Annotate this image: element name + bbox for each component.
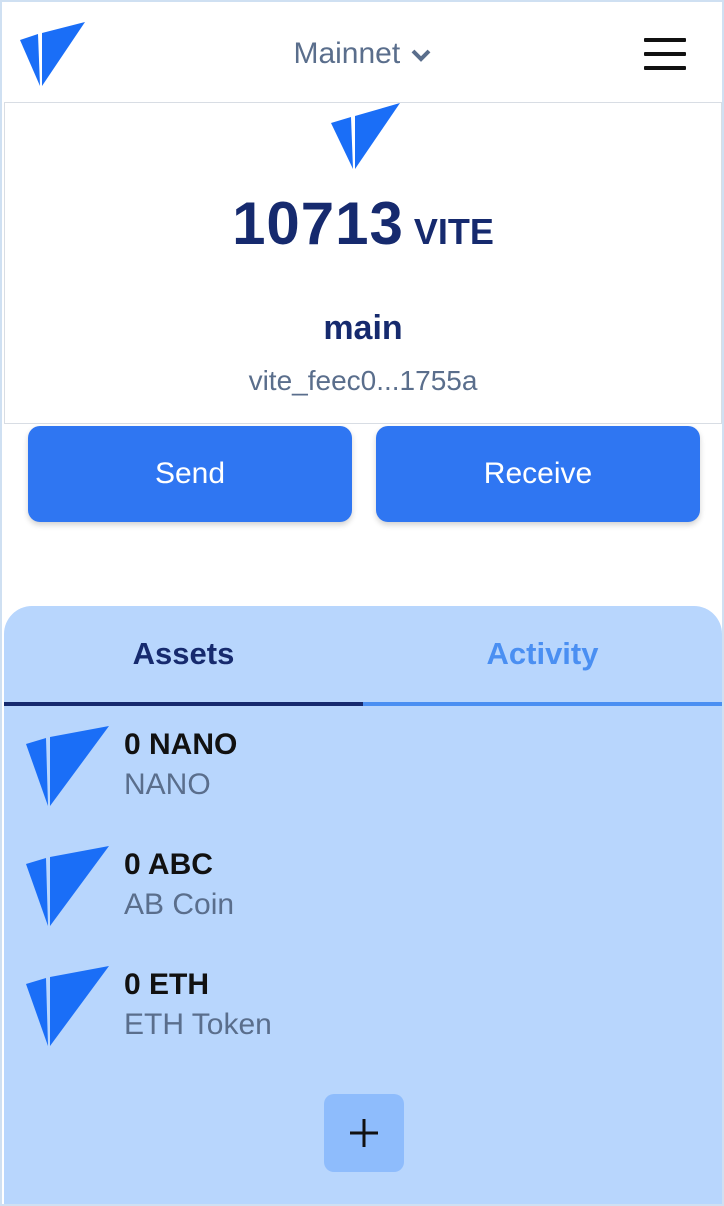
send-button[interactable]: Send [28, 426, 352, 522]
add-token-button[interactable] [324, 1094, 404, 1172]
tab-activity[interactable]: Activity [363, 606, 722, 706]
account-balance: 10713 VITE [5, 189, 721, 258]
list-item[interactable]: 0 ETH ETH Token [4, 946, 722, 1066]
vite-token-icon [26, 846, 109, 926]
asset-name: AB Coin [124, 888, 235, 921]
asset-list: 0 NANO NANO 0 ABC AB Coin 0 ETH ETH Toke… [4, 706, 722, 1066]
asset-name: ETH Token [124, 1008, 272, 1041]
balance-unit: VITE [413, 211, 494, 252]
account-address[interactable]: vite_feec0...1755a [5, 365, 721, 397]
account-card: 10713 VITE main vite_feec0...1755a [4, 102, 722, 424]
vite-token-icon [26, 966, 109, 1046]
plus-icon [350, 1119, 378, 1147]
balance-amount: 10713 [232, 190, 404, 257]
vite-logo-icon [331, 103, 400, 169]
network-label: Mainnet [293, 37, 401, 70]
asset-name: NANO [124, 768, 211, 801]
vite-token-icon [26, 726, 109, 806]
hamburger-menu-icon[interactable] [644, 38, 686, 70]
network-selector[interactable]: Mainnet [2, 32, 722, 76]
asset-balance: 0 NANO [124, 728, 238, 761]
asset-balance: 0 ABC [124, 848, 213, 881]
list-item[interactable]: 0 NANO NANO [4, 706, 722, 826]
app-header: Mainnet [2, 2, 722, 102]
wallet-screen: Mainnet 10713 VITE main vite_feec0...1755… [0, 0, 724, 1206]
account-name: main [323, 309, 403, 347]
list-item[interactable]: 0 ABC AB Coin [4, 826, 722, 946]
chevron-down-icon [411, 49, 430, 62]
tab-assets[interactable]: Assets [4, 606, 363, 706]
asset-balance: 0 ETH [124, 968, 210, 1001]
tab-bar: Assets Activity [4, 606, 722, 706]
receive-button[interactable]: Receive [376, 426, 700, 522]
assets-panel: Assets Activity 0 NANO NANO 0 ABC AB Coi… [4, 606, 722, 1204]
